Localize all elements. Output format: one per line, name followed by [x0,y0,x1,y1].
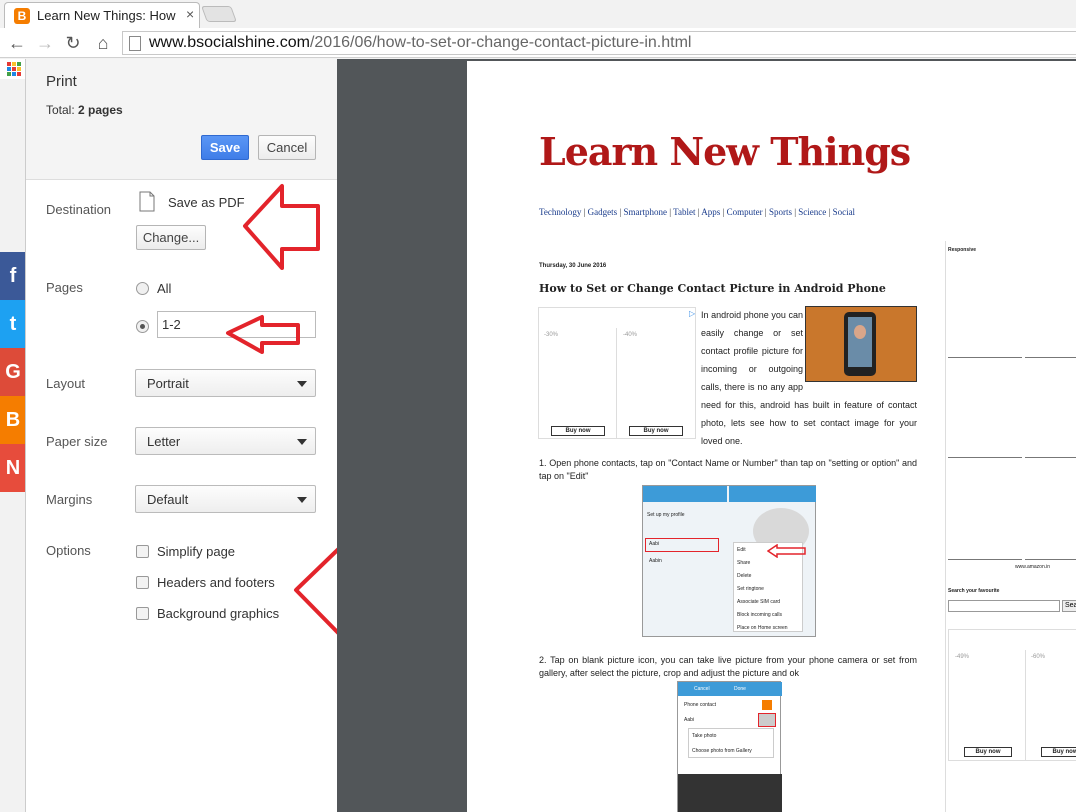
step-2-text: 2. Tap on blank picture icon, you can ta… [539,655,917,678]
category-link[interactable]: Computer [727,207,763,217]
ad-discount: -40% [623,332,638,338]
sidebar-rule [948,457,1022,458]
intro-text: In android phone you can easily change o… [701,310,917,446]
blog-title: Learn New Things [539,129,911,174]
edit-arrow-icon [767,544,806,558]
search-heading: Search your favourite [948,588,1000,594]
sidebar-rule [1025,457,1076,458]
sidebar-search-button[interactable]: Sea [1062,600,1076,612]
menu-row: Aabi [684,717,695,723]
buy-now-button[interactable]: Buy now [1041,747,1076,757]
photo-picker-screenshot-image: Cancel Done Phone contact Aabi Take phot… [677,681,782,812]
ad-discount: -60% [1031,654,1046,660]
buy-now-button[interactable]: Buy now [629,426,683,436]
category-link[interactable]: Social [833,207,856,217]
category-link[interactable]: Sports [769,207,792,217]
category-link[interactable]: Technology [539,207,581,217]
buy-now-button[interactable]: Buy now [964,747,1012,757]
menu-row: Aabi [649,541,660,547]
sidebar-rule [1025,357,1076,358]
menu-row: Phone contact [684,702,716,708]
ad-discount: -30% [544,332,559,338]
post-title: How to Set or Change Contact Picture in … [539,282,886,295]
menu-row: Associate SIM card [737,599,781,605]
sidebar-divider [945,241,946,812]
post-date: Thursday, 30 June 2016 [539,263,607,269]
menu-row: Aabin [649,558,662,564]
step-1-text: 1. Open phone contacts, tap on "Contact … [539,458,917,481]
buy-now-button[interactable]: Buy now [551,426,605,436]
category-link[interactable]: Smartphone [623,207,667,217]
sidebar-rule [948,559,1022,560]
ad-item: -40% [619,328,697,439]
adchoices-icon[interactable]: ▷ [689,309,695,318]
amazon-link[interactable]: www.amazon.in [1015,564,1050,570]
sidebar-ad-box: -49% -60% Buy now Buy now [948,629,1076,761]
category-nav: Technology | Gadgets | Smartphone | Tabl… [539,207,856,217]
menu-row: Place on Home screen [737,625,788,631]
menu-row: Take photo [692,733,717,739]
category-link[interactable]: Tablet [673,207,695,217]
menu-row: Set ringtone [737,586,764,592]
sidebar-rule [1025,559,1076,560]
menu-row: Share [737,560,751,566]
menu-row: Cancel [694,686,710,692]
arrow-destination-icon [243,184,320,270]
category-link[interactable]: Gadgets [588,207,618,217]
sidebar-responsive-heading: Responsive [948,247,977,253]
menu-row: Choose photo from Gallery [692,748,752,754]
menu-row: Set up my profile [647,512,685,518]
category-link[interactable]: Apps [701,207,720,217]
contacts-screenshot-image: Set up my profile Aabi Aabin Edit Share … [642,485,816,637]
category-link[interactable]: Science [798,207,826,217]
ad-item: -30% [539,328,617,439]
menu-row: Edit [737,547,746,553]
arrow-pages-icon [226,315,300,354]
preview-page: Learn New Things Technology | Gadgets | … [467,61,1076,812]
menu-row: Delete [737,573,752,579]
ad-box: ▷ -30% -40% Buy now Buy now [538,307,696,439]
sidebar-rule [948,357,1022,358]
ad-discount: -49% [955,654,970,660]
menu-row: Done [734,686,746,692]
print-preview[interactable]: Learn New Things Technology | Gadgets | … [337,59,1076,812]
menu-row: Block incoming calls [737,612,783,618]
sidebar-search-input[interactable] [948,600,1060,612]
